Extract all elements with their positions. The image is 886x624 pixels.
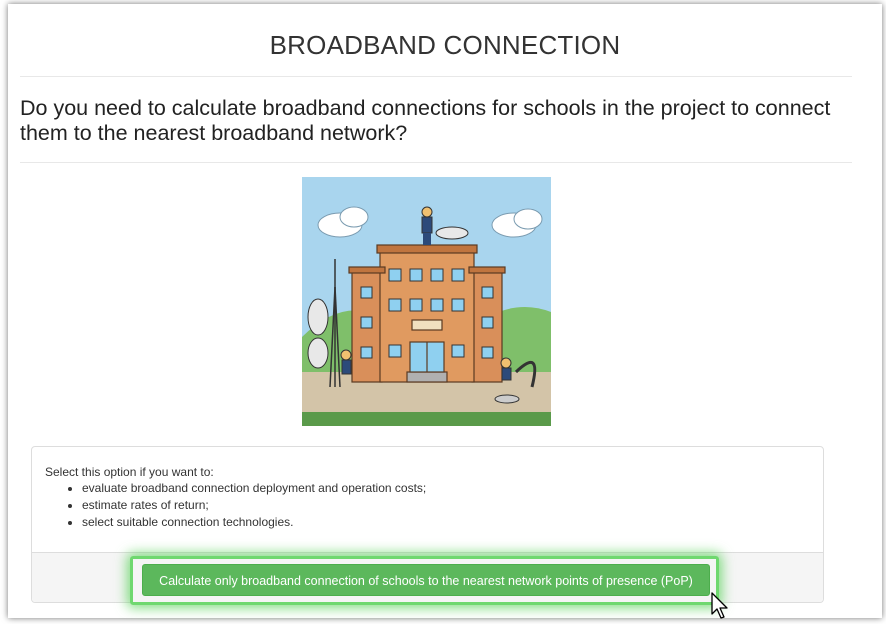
panel-intro: Select this option if you want to: (45, 465, 214, 479)
list-item: select suitable connection technologies. (82, 514, 426, 531)
question-heading: Do you need to calculate broadband conne… (20, 96, 831, 145)
school-broadband-illustration (302, 177, 551, 426)
list-item: estimate rates of return; (82, 497, 426, 514)
calculate-broadband-button[interactable]: Calculate only broadband connection of s… (142, 564, 710, 596)
page-title: BROADBAND CONNECTION (269, 30, 621, 60)
panel-body: Select this option if you want to: evalu… (45, 464, 426, 531)
mouse-pointer-icon (711, 592, 728, 619)
question-divider (20, 162, 852, 163)
title-divider (20, 76, 852, 77)
worker-icon (500, 357, 512, 381)
worker-icon (421, 206, 433, 245)
benefits-list: evaluate broadband connection deployment… (45, 480, 426, 531)
list-item: evaluate broadband connection deployment… (82, 480, 426, 497)
worker-icon (340, 349, 352, 375)
